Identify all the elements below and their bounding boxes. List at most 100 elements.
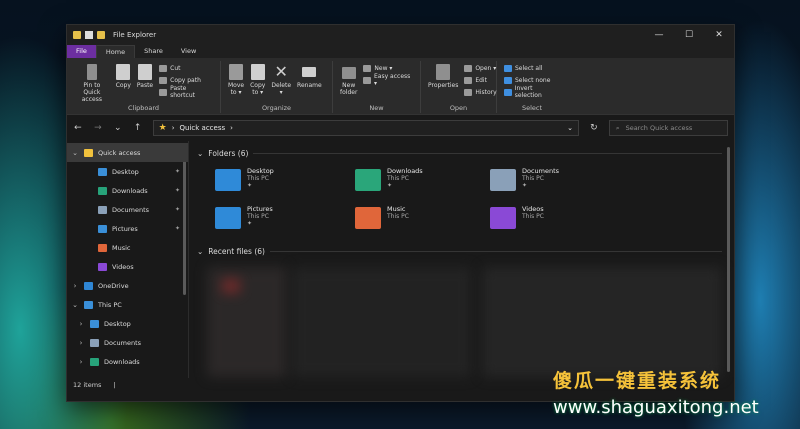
chevron-down-icon[interactable]: ⌄: [197, 149, 203, 158]
sidebar-item[interactable]: Desktop ✦: [67, 162, 188, 181]
expand-chevron-icon[interactable]: ›: [71, 282, 79, 290]
pin-icon: ✦: [174, 225, 180, 232]
history-button[interactable]: History: [464, 87, 497, 97]
sidebar-item-label: Quick access: [98, 148, 141, 157]
sidebar-item-label: OneDrive: [98, 281, 129, 290]
expand-chevron-icon[interactable]: ›: [77, 358, 85, 366]
sidebar-item[interactable]: ⌄ Quick access: [67, 143, 188, 162]
sidebar-item[interactable]: Music: [67, 238, 188, 257]
move-to-icon: [229, 64, 244, 80]
folder-tile[interactable]: Music This PC: [355, 205, 490, 239]
folder-name: Videos: [522, 205, 544, 213]
edit-button[interactable]: Edit: [464, 75, 496, 85]
section-divider: [253, 152, 722, 154]
sidebar-item[interactable]: Documents ✦: [67, 200, 188, 219]
star-icon: ★: [158, 123, 167, 133]
pin-icon: [86, 64, 97, 80]
copy-path-button[interactable]: Copy path: [159, 75, 213, 85]
tab-home[interactable]: Home: [95, 45, 136, 58]
expand-chevron-icon[interactable]: ›: [77, 339, 85, 347]
easy-access-button[interactable]: Easy access ▾: [363, 73, 413, 87]
folder-tile[interactable]: Desktop This PC ✦: [215, 167, 355, 201]
expand-chevron-icon[interactable]: ⌄: [71, 149, 79, 157]
up-arrow-icon[interactable]: ↑: [133, 123, 143, 133]
address-bar[interactable]: ★ › Quick access › ⌄: [152, 120, 579, 136]
cut-button[interactable]: Cut: [159, 63, 213, 73]
folder-tile[interactable]: Documents This PC ✦: [490, 167, 630, 201]
sidebar-item[interactable]: ⌄ This PC: [67, 295, 188, 314]
select-none-button[interactable]: Select none: [504, 75, 560, 85]
clipboard-group-label: Clipboard: [127, 104, 160, 112]
content-pane: ⌄ Folders (6) Desktop This PC ✦ Downloads Th…: [189, 141, 734, 378]
refresh-icon[interactable]: ↻: [589, 123, 599, 133]
sidebar-item[interactable]: › OneDrive: [67, 276, 188, 295]
sidebar-folder-icon: [84, 148, 93, 157]
folder-name: Music: [387, 205, 406, 213]
sidebar-item[interactable]: › Downloads: [67, 352, 188, 371]
sidebar-folder-icon: [98, 167, 107, 176]
breadcrumb-quick-access[interactable]: Quick access: [180, 124, 226, 132]
new-group-label: New: [369, 104, 384, 112]
maximize-button[interactable]: ☐: [674, 25, 704, 45]
folder-location: This PC: [387, 175, 409, 182]
sidebar-item-label: Documents: [104, 338, 142, 347]
back-arrow-icon[interactable]: ←: [73, 123, 83, 133]
sidebar-item[interactable]: Videos: [67, 257, 188, 276]
rename-icon: [302, 67, 317, 77]
watermark-url: www.shaguaxitong.net: [553, 397, 759, 418]
sidebar-item-label: This PC: [98, 300, 122, 309]
folder-location: This PC: [247, 213, 269, 220]
clipboard-group: Pin to Quick access Copy Paste Cut Copy …: [67, 61, 221, 113]
new-item-button[interactable]: New ▾: [363, 63, 413, 73]
paste-icon: [138, 64, 153, 80]
folders-grid: Desktop This PC ✦ Downloads This PC ✦ Document…: [197, 167, 734, 239]
expand-chevron-icon[interactable]: ›: [77, 320, 85, 328]
expand-chevron-icon[interactable]: ⌄: [71, 301, 79, 309]
folders-header: Folders (6): [208, 148, 249, 158]
paste-shortcut-button[interactable]: Paste shortcut: [159, 85, 213, 99]
folder-icon[interactable]: [73, 31, 81, 39]
address-dropdown-icon[interactable]: ⌄: [567, 124, 573, 132]
recent-locations-icon[interactable]: ⌄: [113, 123, 123, 133]
breadcrumb-chevron[interactable]: ›: [230, 124, 233, 132]
tab-view[interactable]: View: [172, 45, 205, 58]
delete-x-icon: ✕: [274, 62, 288, 81]
pin-icon: ✦: [174, 168, 180, 175]
sidebar-folder-icon: [90, 357, 99, 366]
invert-selection-button[interactable]: Invert selection: [504, 85, 560, 99]
close-button[interactable]: ✕: [704, 25, 734, 45]
forward-arrow-icon[interactable]: →: [93, 123, 103, 133]
folders-section-header[interactable]: ⌄ Folders (6): [197, 145, 734, 161]
open-button[interactable]: Open ▾: [464, 63, 496, 73]
folder-icon[interactable]: [97, 31, 105, 39]
tab-share[interactable]: Share: [135, 45, 172, 58]
minimize-button[interactable]: —: [644, 25, 674, 45]
folder-icon: [490, 207, 516, 229]
sidebar-item[interactable]: › Desktop: [67, 314, 188, 333]
section-divider: [269, 250, 722, 252]
document-icon[interactable]: [85, 31, 93, 39]
scissors-icon: [159, 64, 168, 72]
sidebar-item[interactable]: Downloads ✦: [67, 181, 188, 200]
folder-tile[interactable]: Downloads This PC ✦: [355, 167, 490, 201]
pin-icon: ✦: [387, 182, 393, 189]
sidebar-item[interactable]: Pictures ✦: [67, 219, 188, 238]
sidebar-item-label: Downloads: [104, 357, 140, 366]
ribbon-tabs: File Home Share View: [67, 45, 734, 58]
sidebar-item[interactable]: › Documents: [67, 333, 188, 352]
navigation-bar: ← → ⌄ ↑ ★ › Quick access › ⌄ ↻ ⌕ Search …: [67, 115, 734, 141]
pin-icon: ✦: [174, 206, 180, 213]
recent-files-section-header[interactable]: ⌄ Recent files (6): [197, 243, 734, 259]
ribbon: Pin to Quick access Copy Paste Cut Copy …: [67, 58, 734, 115]
chevron-down-icon[interactable]: ⌄: [197, 247, 203, 256]
history-icon: [464, 88, 473, 96]
tab-file[interactable]: File: [67, 45, 96, 58]
search-box[interactable]: ⌕ Search Quick access: [608, 120, 728, 136]
folder-tile[interactable]: Pictures This PC ✦: [215, 205, 355, 239]
status-separator: |: [113, 381, 116, 389]
folder-tile[interactable]: Videos This PC: [490, 205, 630, 239]
content-scrollbar[interactable]: [727, 147, 730, 372]
select-all-button[interactable]: Select all: [504, 63, 560, 73]
folder-name: Pictures: [247, 205, 273, 213]
title-bar[interactable]: File Explorer — ☐ ✕: [67, 25, 734, 45]
